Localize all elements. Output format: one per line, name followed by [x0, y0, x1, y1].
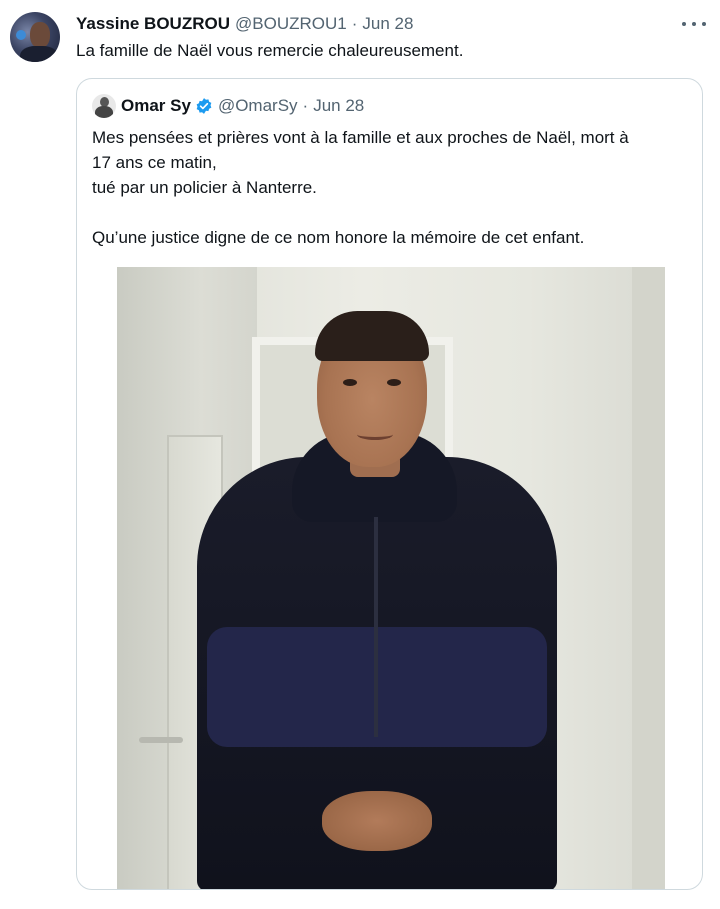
quoted-text-line: tué par un policier à Nanterre.	[92, 178, 317, 197]
author-name[interactable]: Yassine BOUZROU	[76, 14, 230, 34]
separator-dot: ·	[302, 96, 309, 115]
verified-icon	[196, 98, 212, 114]
more-dot	[682, 22, 686, 26]
quoted-text-line: Mes pensées et prières vont à la famille…	[92, 128, 629, 147]
avatar-detail	[16, 30, 26, 40]
quoted-text-line: Qu’une justice digne de ce nom honore la…	[92, 228, 585, 247]
tweet-date[interactable]: Jun 28	[362, 14, 413, 34]
avatar-face	[30, 22, 50, 48]
person-mouth	[357, 429, 393, 440]
person-eye	[387, 379, 401, 386]
person-hair	[315, 311, 429, 361]
quoted-tweet-text: Mes pensées et prières vont à la famille…	[92, 125, 692, 250]
photo-person	[197, 311, 557, 889]
person-eye	[343, 379, 357, 386]
tweet-photo[interactable]	[117, 267, 665, 889]
quoted-tweet-date[interactable]: Jun 28	[313, 96, 364, 116]
photo-door-handle	[139, 737, 183, 743]
tweet[interactable]: Yassine BOUZROU @BOUZROU1 · Jun 28 La fa…	[0, 0, 720, 909]
quoted-author-handle[interactable]: @OmarSy	[218, 96, 298, 116]
photo-wall-edge	[632, 267, 665, 889]
author-avatar[interactable]	[10, 12, 60, 62]
quoted-text-line	[92, 200, 692, 225]
tweet-header: Yassine BOUZROU @BOUZROU1 · Jun 28	[76, 13, 413, 35]
person-zip	[374, 517, 378, 737]
author-handle[interactable]: @BOUZROU1	[235, 14, 347, 34]
quoted-text-line: 17 ans ce matin,	[92, 153, 217, 172]
avatar-body	[95, 106, 113, 118]
quoted-author-name[interactable]: Omar Sy	[121, 96, 191, 116]
tweet-text: La famille de Naël vous remercie chaleur…	[76, 41, 464, 60]
avatar-body	[20, 46, 58, 62]
person-hands	[322, 791, 432, 851]
more-dot	[692, 22, 696, 26]
quoted-tweet[interactable]: Omar Sy @OmarSy · Jun 28 Mes pensées et …	[76, 78, 703, 890]
quoted-tweet-header: Omar Sy @OmarSy · Jun 28	[121, 95, 364, 117]
separator-dot: ·	[351, 14, 358, 33]
more-icon[interactable]	[682, 14, 706, 34]
more-dot	[702, 22, 706, 26]
quoted-author-avatar[interactable]	[92, 94, 116, 118]
